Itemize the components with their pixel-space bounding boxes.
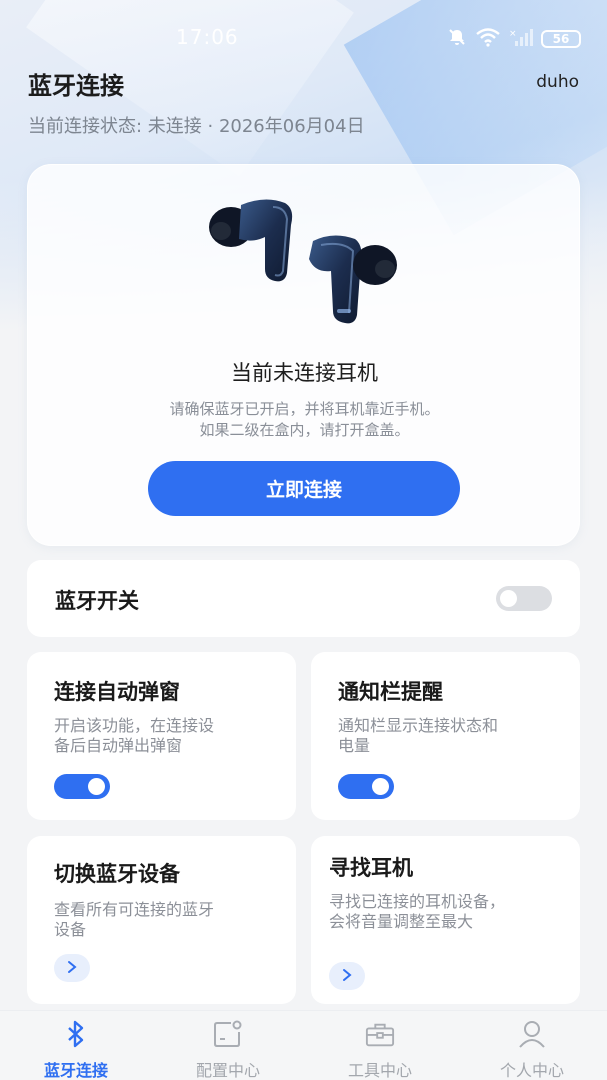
notify-desc: 通知栏显示连接状态和 电量 bbox=[338, 716, 498, 756]
nav-item-profile[interactable]: 个人中心 bbox=[456, 1011, 607, 1080]
hero-title: 当前未连接耳机 bbox=[231, 361, 378, 385]
notify-title: 通知栏提醒 bbox=[338, 680, 443, 704]
auto-popup-toggle[interactable] bbox=[54, 774, 110, 799]
switch-device-desc-line2: 设备 bbox=[54, 920, 87, 939]
switch-device-desc-line1: 查看所有可连接的蓝牙 bbox=[54, 900, 215, 919]
auto-popup-title: 连接自动弹窗 bbox=[54, 680, 180, 704]
bluetooth-switch-row: 蓝牙开关 bbox=[27, 560, 580, 637]
nav-item-config[interactable]: 配置中心 bbox=[152, 1011, 304, 1080]
battery-icon: 56 bbox=[541, 30, 581, 48]
notify-desc-line2: 电量 bbox=[338, 736, 371, 755]
nav-item-tools[interactable]: 工具中心 bbox=[304, 1011, 456, 1080]
earbuds-image bbox=[209, 199, 397, 324]
nav-label-bluetooth: 蓝牙连接 bbox=[43, 1061, 108, 1080]
connection-card: 当前未连接耳机 请确保蓝牙已开启，并将耳机靠近手机。 如果二级在盒内，请打开盒盖… bbox=[27, 164, 580, 546]
find-earbuds-title: 寻找耳机 bbox=[329, 856, 413, 880]
mute-icon bbox=[447, 27, 467, 51]
auto-popup-desc-line2: 备后自动弹出弹窗 bbox=[54, 736, 183, 755]
hero-description: 请确保蓝牙已开启，并将耳机靠近手机。 如果二级在盒内，请打开盒盖。 bbox=[28, 399, 581, 441]
find-earbuds-arrow-button[interactable] bbox=[329, 962, 365, 990]
connect-now-button[interactable]: 立即连接 bbox=[148, 461, 460, 516]
switch-device-desc: 查看所有可连接的蓝牙 设备 bbox=[54, 900, 214, 940]
signal-icon: × bbox=[509, 27, 533, 51]
find-earbuds-desc-line1: 寻找已连接的耳机设备， bbox=[329, 892, 506, 911]
person-icon bbox=[517, 1019, 547, 1049]
bottom-nav: 蓝牙连接 配置中心 工具中心 个人中心 bbox=[0, 1010, 607, 1080]
bluetooth-icon bbox=[61, 1019, 91, 1049]
connection-status: 当前连接状态: 未连接 · 2026年06月04日 bbox=[28, 116, 365, 137]
auto-popup-desc-line1: 开启该功能，在连接设 bbox=[54, 716, 215, 735]
switch-device-title: 切换蓝牙设备 bbox=[54, 862, 180, 886]
notify-desc-line1: 通知栏显示连接状态和 bbox=[338, 716, 499, 735]
find-earbuds-desc: 寻找已连接的耳机设备， 会将音量调整至最大 bbox=[329, 892, 505, 932]
bluetooth-switch-label: 蓝牙开关 bbox=[55, 589, 139, 613]
notify-toggle[interactable] bbox=[338, 774, 394, 799]
page-title: 蓝牙连接 bbox=[28, 72, 124, 100]
nav-label-profile: 个人中心 bbox=[499, 1061, 564, 1080]
switch-device-card[interactable]: 切换蓝牙设备 查看所有可连接的蓝牙 设备 bbox=[27, 836, 296, 1004]
nav-item-bluetooth[interactable]: 蓝牙连接 bbox=[0, 1011, 152, 1080]
auto-popup-card: 连接自动弹窗 开启该功能，在连接设 备后自动弹出弹窗 bbox=[27, 652, 296, 820]
wifi-icon bbox=[475, 27, 501, 51]
bluetooth-toggle[interactable] bbox=[496, 586, 552, 611]
hero-desc-line1: 请确保蓝牙已开启，并将耳机靠近手机。 bbox=[169, 400, 440, 418]
nav-label-tools: 工具中心 bbox=[347, 1061, 412, 1080]
svg-text:×: × bbox=[509, 29, 517, 39]
nav-label-config: 配置中心 bbox=[195, 1061, 260, 1080]
find-earbuds-desc-line2: 会将音量调整至最大 bbox=[329, 912, 474, 931]
auto-popup-desc: 开启该功能，在连接设 备后自动弹出弹窗 bbox=[54, 716, 214, 756]
chevron-right-icon bbox=[341, 967, 353, 986]
chevron-right-icon bbox=[66, 959, 78, 978]
status-time: 17:06 bbox=[176, 25, 239, 49]
config-icon bbox=[213, 1019, 243, 1049]
toolbox-icon bbox=[365, 1019, 395, 1049]
user-name[interactable]: duho bbox=[536, 72, 579, 92]
find-earbuds-card[interactable]: 寻找耳机 寻找已连接的耳机设备， 会将音量调整至最大 bbox=[311, 836, 580, 1004]
switch-device-arrow-button[interactable] bbox=[54, 954, 90, 982]
hero-desc-line2: 如果二级在盒内，请打开盒盖。 bbox=[199, 421, 410, 439]
status-bar: 17:06 × 56 bbox=[0, 22, 607, 52]
notify-card: 通知栏提醒 通知栏显示连接状态和 电量 bbox=[311, 652, 580, 820]
